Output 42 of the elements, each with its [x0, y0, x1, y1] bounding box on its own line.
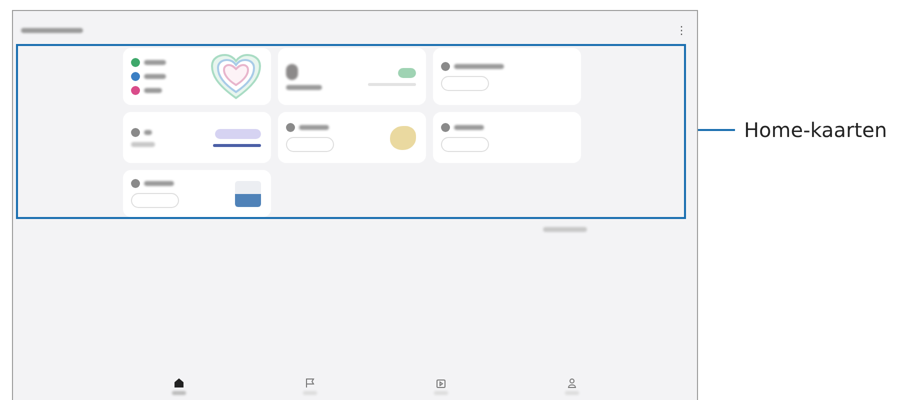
blurred-text [131, 142, 155, 147]
person-icon [566, 378, 576, 388]
flag-icon [304, 378, 314, 388]
blurred-text [454, 64, 504, 69]
blurred-text [454, 125, 484, 130]
blurred-button[interactable] [131, 193, 179, 208]
play-icon [436, 378, 446, 388]
home-card[interactable] [433, 48, 581, 105]
home-icon [174, 378, 184, 388]
clock-icon [131, 72, 140, 81]
flame-icon [131, 86, 140, 95]
blurred-text [144, 74, 166, 79]
home-card[interactable] [433, 112, 581, 163]
blurred-text [299, 125, 329, 130]
heart-rings-icon [211, 54, 261, 100]
home-card[interactable] [123, 170, 271, 217]
blurred-button[interactable] [441, 137, 489, 152]
blurred-text [144, 60, 166, 65]
home-card[interactable] [278, 48, 426, 105]
blurred-button[interactable] [441, 76, 489, 91]
blurred-text [543, 227, 587, 232]
sleep-bar [213, 144, 261, 146]
circle-icon [441, 123, 450, 132]
blurred-text [144, 130, 152, 135]
blurred-text [144, 88, 162, 93]
progress-badge [398, 68, 416, 78]
callout-label: Home-kaarten [744, 118, 888, 142]
blurred-button[interactable] [286, 137, 334, 152]
water-glass-icon [235, 180, 261, 206]
sleep-time-badge [215, 128, 261, 138]
home-card[interactable] [123, 112, 271, 163]
leader-line [698, 129, 735, 131]
blurred-app-title [21, 28, 83, 33]
activity-icon [131, 58, 140, 67]
blurred-text [144, 181, 174, 186]
blurred-text [286, 84, 322, 90]
home-card[interactable] [123, 48, 271, 105]
lemon-icon [390, 126, 416, 150]
circle-icon [441, 62, 450, 71]
menu-icon[interactable]: ⋮ [676, 24, 687, 37]
blurred-figure-icon [286, 64, 298, 80]
home-card[interactable] [278, 112, 426, 163]
